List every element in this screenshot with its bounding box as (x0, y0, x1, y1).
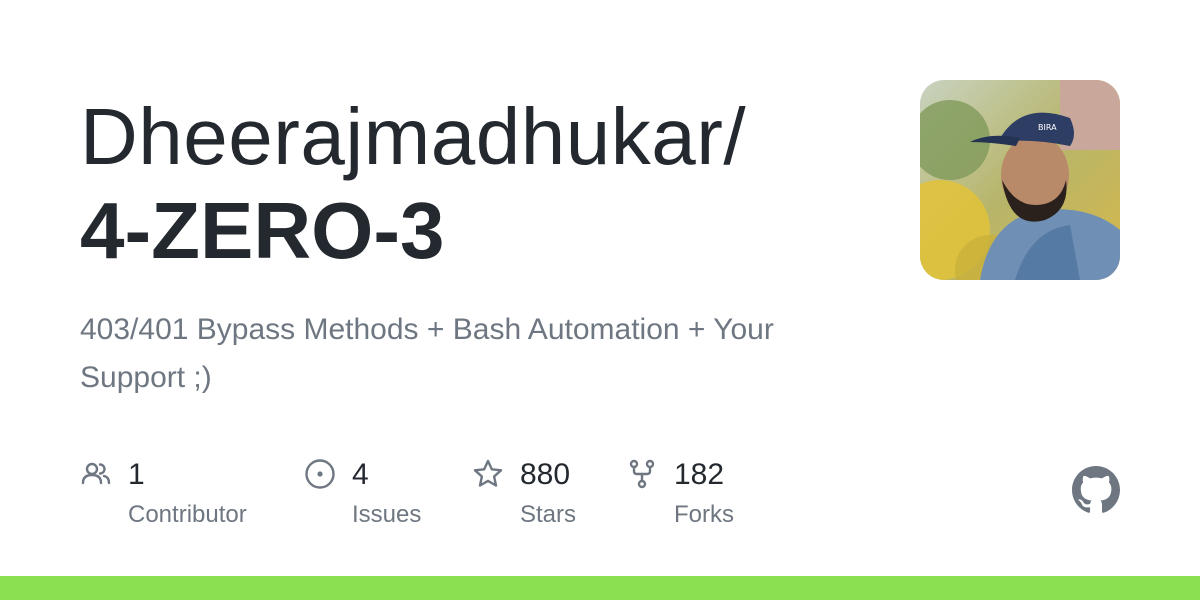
forks-count: 182 (674, 458, 725, 491)
issues-count: 4 (352, 458, 369, 491)
issues-label: Issues (352, 501, 422, 528)
contributors-label: Contributor (128, 501, 247, 528)
forks-label: Forks (674, 501, 734, 528)
contributors-count: 1 (128, 458, 145, 491)
stars-label: Stars (520, 501, 577, 528)
stars-count: 880 (520, 458, 571, 491)
repo-name: 4-ZERO-3 (80, 186, 445, 275)
issue-icon (304, 458, 336, 490)
fork-icon (626, 458, 658, 490)
svg-text:BIRA: BIRA (1038, 123, 1057, 132)
github-logo-icon (1072, 466, 1120, 514)
avatar: BIRA (920, 80, 1120, 280)
star-icon (472, 458, 504, 490)
people-icon (80, 458, 112, 490)
repo-owner: Dheerajmadhukar/ (80, 92, 747, 181)
language-bar (0, 576, 1200, 600)
repo-description: 403/401 Bypass Methods + Bash Automation… (80, 313, 774, 394)
